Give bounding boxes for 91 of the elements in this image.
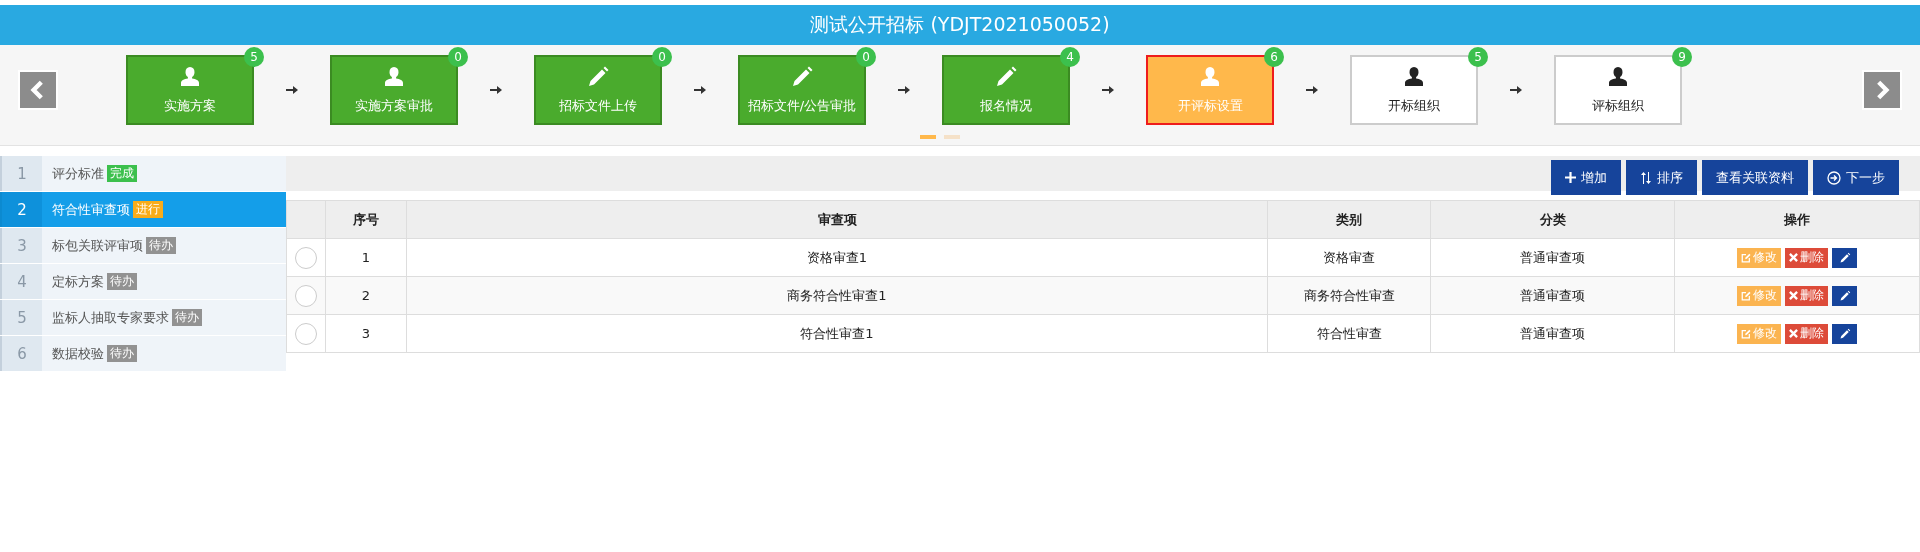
item-label: 评分标准 <box>52 164 104 183</box>
next-button[interactable] <box>1862 70 1902 110</box>
pencil-icon <box>586 65 610 89</box>
pencil-icon <box>994 65 1018 89</box>
pencil-icon <box>1838 327 1851 340</box>
table-cell: 符合性审查1 <box>406 314 1268 353</box>
close-icon <box>1789 253 1798 262</box>
pencil-button[interactable] <box>1832 323 1857 344</box>
sidebar-item[interactable]: 4 定标方案 待办 <box>0 264 286 299</box>
arrow-icon <box>1510 85 1522 95</box>
step-number: 5 <box>2 300 42 335</box>
column-header: 操作 <box>1674 200 1920 239</box>
column-header: 分类 <box>1430 200 1675 239</box>
table-cell: 符合性审查 <box>1267 314 1431 353</box>
close-icon <box>1789 329 1798 338</box>
toolbar-button[interactable]: 查看关联资料 <box>1702 160 1808 195</box>
step-number: 1 <box>2 156 42 191</box>
count-badge: 0 <box>652 47 672 67</box>
sidebar-item[interactable]: 2 符合性审查项 进行 <box>0 192 286 227</box>
status-tag: 待办 <box>146 237 176 254</box>
item-label: 符合性审查项 <box>52 200 130 219</box>
count-badge: 6 <box>1264 47 1284 67</box>
table-cell: 普通审查项 <box>1430 276 1675 315</box>
table-cell: 资格审查 <box>1267 238 1431 277</box>
plus-icon <box>1565 172 1576 183</box>
status-tag: 进行 <box>133 201 163 218</box>
person-icon <box>382 65 406 89</box>
table-cell: 资格审查1 <box>406 238 1268 277</box>
status-tag: 待办 <box>107 273 137 290</box>
count-badge: 4 <box>1060 47 1080 67</box>
table-cell: 商务符合性审查 <box>1267 276 1431 315</box>
toolbar-button[interactable]: 增加 <box>1551 160 1621 195</box>
pencil-icon <box>1838 289 1851 302</box>
radio-button[interactable] <box>295 284 317 307</box>
status-tag: 完成 <box>107 165 137 182</box>
table-cell: 2 <box>325 276 407 315</box>
arrow-icon <box>286 85 298 95</box>
sidebar-item[interactable]: 6 数据校验 待办 <box>0 336 286 371</box>
pencil-button[interactable] <box>1832 247 1857 268</box>
table-cell: 3 <box>325 314 407 353</box>
edit-icon <box>1741 328 1751 339</box>
radio-button[interactable] <box>295 246 317 269</box>
arrow-icon <box>694 85 706 95</box>
item-label: 标包关联评审项 <box>52 236 143 255</box>
step-number: 2 <box>2 192 42 227</box>
table-cell: 普通审查项 <box>1430 238 1675 277</box>
delete-button[interactable]: 删除 <box>1785 247 1828 268</box>
step-number: 3 <box>2 228 42 263</box>
step-number: 4 <box>2 264 42 299</box>
item-label: 监标人抽取专家要求 <box>52 308 169 327</box>
close-icon <box>1789 291 1798 300</box>
page-title: 测试公开招标 (YDJT2021050052) <box>810 12 1110 37</box>
step-number: 6 <box>2 336 42 371</box>
count-badge: 5 <box>244 47 264 67</box>
sidebar-item[interactable]: 5 监标人抽取专家要求 待办 <box>0 300 286 335</box>
column-header: 序号 <box>325 200 407 239</box>
person-icon <box>1198 65 1222 89</box>
count-badge: 0 <box>856 47 876 67</box>
sidebar-item[interactable]: 1 评分标准 完成 <box>0 156 286 191</box>
table-cell: 商务符合性审查1 <box>406 276 1268 315</box>
previous-button[interactable] <box>18 70 58 110</box>
delete-button[interactable]: 删除 <box>1785 323 1828 344</box>
edit-icon <box>1741 290 1751 301</box>
arrow-icon <box>898 85 910 95</box>
table-cell: 1 <box>325 238 407 277</box>
sort-icon <box>1640 171 1652 184</box>
count-badge: 5 <box>1468 47 1488 67</box>
column-header: 审查项 <box>406 200 1268 239</box>
pencil-button[interactable] <box>1832 285 1857 306</box>
person-icon <box>1402 65 1426 89</box>
pencil-icon <box>1838 251 1851 264</box>
arrow-icon <box>490 85 502 95</box>
sidebar-item[interactable]: 3 标包关联评审项 待办 <box>0 228 286 263</box>
person-icon <box>1606 65 1630 89</box>
table-cell: 普通审查项 <box>1430 314 1675 353</box>
toolbar-button[interactable]: 排序 <box>1626 160 1697 195</box>
radio-button[interactable] <box>295 322 317 345</box>
arrow-icon <box>1306 85 1318 95</box>
pencil-icon <box>790 65 814 89</box>
person-icon <box>178 65 202 89</box>
item-label: 定标方案 <box>52 272 104 291</box>
edit-icon <box>1741 252 1751 263</box>
status-tag: 待办 <box>107 345 137 362</box>
status-tag: 待办 <box>172 309 202 326</box>
count-badge: 9 <box>1672 47 1692 67</box>
item-label: 数据校验 <box>52 344 104 363</box>
delete-button[interactable]: 删除 <box>1785 285 1828 306</box>
arrow-icon <box>1102 85 1114 95</box>
count-badge: 0 <box>448 47 468 67</box>
column-header: 类别 <box>1267 200 1431 239</box>
toolbar-button[interactable]: 下一步 <box>1813 160 1899 195</box>
